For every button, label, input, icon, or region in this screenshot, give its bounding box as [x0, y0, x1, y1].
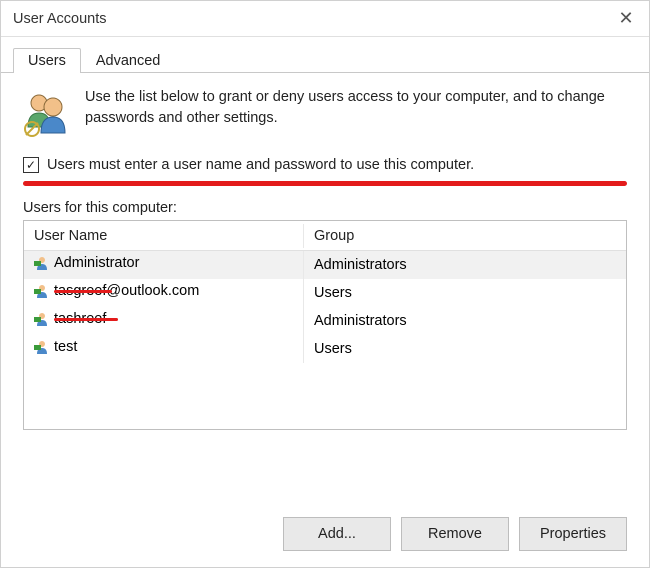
window-title: User Accounts [13, 11, 107, 27]
table-row[interactable]: test Users [24, 335, 626, 363]
cell-username: test [54, 339, 77, 355]
close-button[interactable]: ✕ [603, 1, 649, 37]
tab-advanced[interactable]: Advanced [81, 48, 176, 73]
cell-group: Users [304, 281, 626, 305]
checkbox-label: Users must enter a user name and passwor… [47, 157, 474, 173]
section-label: Users for this computer: [23, 200, 627, 216]
checkbox-icon: ✓ [23, 157, 39, 173]
cell-username: Administrator [54, 255, 139, 271]
table-row[interactable]: tashreef Administrators [24, 307, 626, 335]
require-login-checkbox[interactable]: ✓ Users must enter a user name and passw… [23, 157, 627, 173]
cell-group: Users [304, 337, 626, 361]
properties-button[interactable]: Properties [519, 517, 627, 551]
add-button[interactable]: Add... [283, 517, 391, 551]
remove-button[interactable]: Remove [401, 517, 509, 551]
user-icon [34, 283, 50, 299]
user-icon [34, 255, 50, 271]
user-icon [34, 311, 50, 327]
user-list[interactable]: User Name Group Administrator Administra… [23, 220, 627, 430]
column-header-group[interactable]: Group [304, 224, 626, 248]
tab-label: Users [28, 53, 66, 69]
annotation-underline [23, 181, 627, 186]
redaction-mark [54, 290, 112, 293]
tab-users[interactable]: Users [13, 48, 81, 73]
intro-row: Use the list below to grant or deny user… [23, 87, 627, 137]
user-icon [34, 339, 50, 355]
redaction-mark [54, 318, 118, 321]
tab-label: Advanced [96, 53, 161, 69]
table-row[interactable]: tasgreef@outlook.com Users [24, 279, 626, 307]
button-row: Add... Remove Properties [1, 501, 649, 567]
cell-group: Administrators [304, 253, 626, 277]
close-icon: ✕ [618, 8, 633, 29]
titlebar: User Accounts ✕ [1, 1, 649, 37]
tabstrip: Users Advanced [1, 37, 649, 73]
cell-group: Administrators [304, 309, 626, 333]
column-headers[interactable]: User Name Group [24, 221, 626, 251]
tab-content: Use the list below to grant or deny user… [1, 73, 649, 501]
user-accounts-window: User Accounts ✕ Users Advanced [0, 0, 650, 568]
column-header-name[interactable]: User Name [24, 224, 304, 248]
intro-text: Use the list below to grant or deny user… [85, 87, 627, 129]
users-icon [23, 89, 71, 137]
table-row[interactable]: Administrator Administrators [24, 251, 626, 279]
